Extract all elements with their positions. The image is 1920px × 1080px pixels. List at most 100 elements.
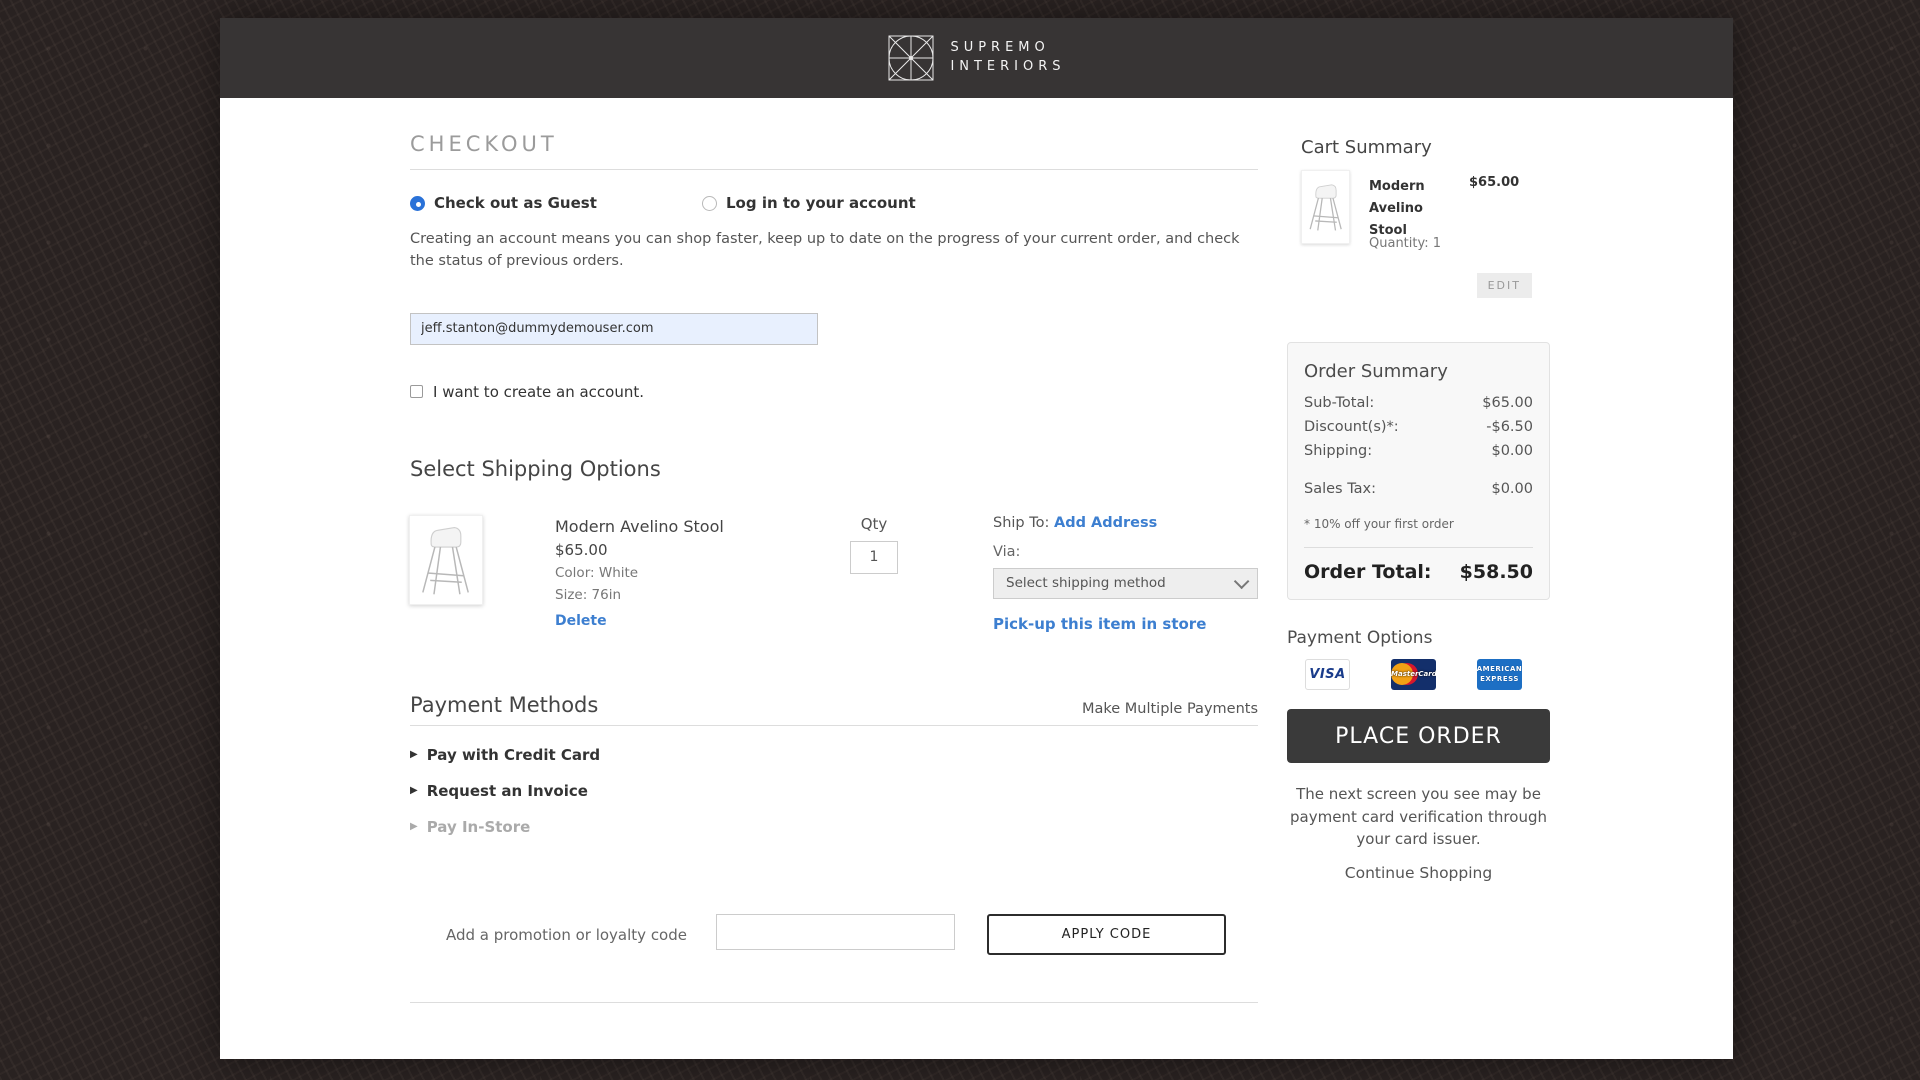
shipping-method-select[interactable]: Select shipping method <box>993 568 1258 599</box>
place-order-button[interactable]: PLACE ORDER <box>1287 709 1550 763</box>
discount-note: * 10% off your first order <box>1304 517 1533 531</box>
accepted-cards-row: VISA MasterCard AMERICAN EXPRESS <box>1287 659 1550 690</box>
sales-tax-label: Sales Tax: <box>1304 481 1376 497</box>
discount-value: -$6.50 <box>1486 419 1533 435</box>
pickup-in-store-link[interactable]: Pick-up this item in store <box>993 615 1206 633</box>
amex-text-line1: AMERICAN <box>1477 665 1522 674</box>
login-label: Log in to your account <box>726 194 916 212</box>
expand-arrow-icon: ▶ <box>410 821 418 832</box>
quantity-block: Qty <box>850 515 898 574</box>
delete-item-link[interactable]: Delete <box>555 613 607 629</box>
login-radio[interactable]: Log in to your account <box>702 194 916 212</box>
cart-item-quantity: Quantity: 1 <box>1369 236 1441 251</box>
product-color: Color: White <box>555 565 724 581</box>
payment-methods-title: Payment Methods <box>410 693 598 717</box>
subtotal-label: Sub-Total: <box>1304 395 1374 411</box>
pay-in-store-accordion[interactable]: ▶ Pay In-Store <box>410 816 1258 838</box>
checkout-main-column: CHECKOUT Check out as Guest Log in to yo… <box>410 98 1258 1003</box>
promo-code-row: Add a promotion or loyalty code APPLY CO… <box>410 914 1258 958</box>
order-sidebar: Cart Summary Modern Avelino <box>1287 98 1550 882</box>
pay-in-store-label: Pay In-Store <box>427 818 531 836</box>
shipping-cost-row: Shipping: $0.00 <box>1304 443 1533 459</box>
radio-selected-icon[interactable] <box>410 196 425 211</box>
card-verification-note: The next screen you see may be payment c… <box>1287 783 1550 851</box>
brand-name-line2: INTERIORS <box>950 58 1065 77</box>
page-card: SUPREMO INTERIORS CHECKOUT Check out as … <box>220 18 1733 1059</box>
guest-checkout-radio[interactable]: Check out as Guest <box>410 194 597 212</box>
amex-icon: AMERICAN EXPRESS <box>1477 659 1522 690</box>
cart-summary-title: Cart Summary <box>1301 137 1550 158</box>
ship-to-line: Ship To: Add Address <box>993 515 1258 531</box>
shipping-section-title: Select Shipping Options <box>410 457 1258 481</box>
promo-code-input[interactable] <box>716 914 955 950</box>
visa-icon: VISA <box>1305 659 1350 690</box>
request-invoice-label: Request an Invoice <box>427 782 588 800</box>
shipping-item-row: Modern Avelino Stool $65.00 Color: White… <box>410 515 1258 645</box>
checkout-title-row: CHECKOUT <box>410 132 1258 170</box>
order-total-label: Order Total: <box>1304 561 1432 583</box>
apply-code-button[interactable]: APPLY CODE <box>987 914 1226 955</box>
product-details: Modern Avelino Stool $65.00 Color: White… <box>555 517 724 629</box>
product-size: Size: 76in <box>555 587 724 603</box>
create-account-row: I want to create an account. <box>410 383 1258 401</box>
promo-code-label: Add a promotion or loyalty code <box>446 926 687 944</box>
brand-name-line1: SUPREMO <box>950 39 1065 58</box>
create-account-checkbox[interactable] <box>410 385 423 398</box>
account-info-text: Creating an account means you can shop f… <box>410 228 1255 273</box>
section-divider <box>410 1002 1258 1003</box>
brand-logo-icon <box>887 34 935 82</box>
shipping-cost-value: $0.00 <box>1491 443 1533 459</box>
ship-to-block: Ship To: Add Address Via: Select shippin… <box>993 515 1258 633</box>
order-summary-divider <box>1304 547 1533 548</box>
page-title: CHECKOUT <box>410 132 1258 156</box>
amex-text-line2: EXPRESS <box>1480 675 1519 684</box>
cart-item-thumbnail <box>1301 170 1350 244</box>
discount-row: Discount(s)*: -$6.50 <box>1304 419 1533 435</box>
order-summary-title: Order Summary <box>1304 361 1533 382</box>
payment-methods-header: Payment Methods Make Multiple Payments <box>410 693 1258 726</box>
cart-item-price: $65.00 <box>1469 175 1519 190</box>
shipping-cost-label: Shipping: <box>1304 443 1372 459</box>
site-header: SUPREMO INTERIORS <box>220 18 1733 98</box>
cart-item-name: Modern Avelino Stool <box>1369 176 1464 242</box>
quantity-input[interactable] <box>850 541 898 574</box>
subtotal-value: $65.00 <box>1482 395 1533 411</box>
product-image <box>409 515 483 605</box>
mastercard-icon: MasterCard <box>1391 659 1436 690</box>
ship-to-label: Ship To: <box>993 515 1054 531</box>
product-price: $65.00 <box>555 541 724 559</box>
brand-name: SUPREMO INTERIORS <box>950 39 1065 77</box>
mastercard-text: MasterCard <box>1391 670 1436 678</box>
discount-label: Discount(s)*: <box>1304 419 1399 435</box>
cart-item: Modern Avelino Stool Quantity: 1 $65.00 … <box>1287 170 1550 300</box>
visa-text: VISA <box>1309 667 1345 682</box>
sales-tax-value: $0.00 <box>1491 481 1533 497</box>
radio-unselected-icon[interactable] <box>702 196 717 211</box>
order-summary-box: Order Summary Sub-Total: $65.00 Discount… <box>1287 342 1550 600</box>
order-total-row: Order Total: $58.50 <box>1304 561 1533 583</box>
pay-credit-card-label: Pay with Credit Card <box>427 746 600 764</box>
via-label: Via: <box>993 544 1258 560</box>
cart-item-name-line1: Modern <box>1369 176 1464 198</box>
continue-shopping-link[interactable]: Continue Shopping <box>1287 864 1550 882</box>
order-total-value: $58.50 <box>1460 561 1533 583</box>
subtotal-row: Sub-Total: $65.00 <box>1304 395 1533 411</box>
payment-methods-accordion: ▶ Pay with Credit Card ▶ Request an Invo… <box>410 744 1258 838</box>
email-input[interactable] <box>410 313 818 345</box>
chevron-down-icon <box>1234 574 1250 590</box>
request-invoice-accordion[interactable]: ▶ Request an Invoice <box>410 780 1258 802</box>
shipping-method-value: Select shipping method <box>1006 575 1166 591</box>
add-address-link[interactable]: Add Address <box>1054 515 1157 531</box>
guest-checkout-label: Check out as Guest <box>434 194 597 212</box>
pay-credit-card-accordion[interactable]: ▶ Pay with Credit Card <box>410 744 1258 766</box>
expand-arrow-icon: ▶ <box>410 785 418 796</box>
quantity-label: Qty <box>850 515 898 533</box>
expand-arrow-icon: ▶ <box>410 749 418 760</box>
create-account-label: I want to create an account. <box>433 383 644 401</box>
product-name: Modern Avelino Stool <box>555 517 724 536</box>
payment-options-title: Payment Options <box>1287 628 1550 648</box>
sales-tax-row: Sales Tax: $0.00 <box>1304 481 1533 497</box>
checkout-mode-radio-group: Check out as Guest Log in to your accoun… <box>410 193 1258 213</box>
multiple-payments-link[interactable]: Make Multiple Payments <box>1082 701 1258 717</box>
edit-cart-button[interactable]: EDIT <box>1477 273 1532 298</box>
